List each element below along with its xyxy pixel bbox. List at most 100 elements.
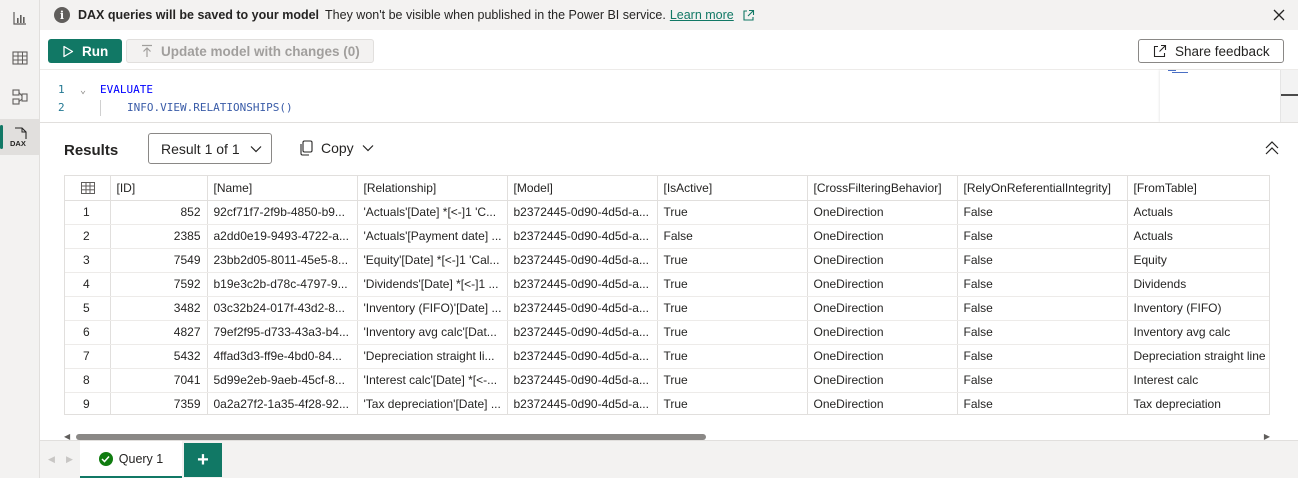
row-number[interactable]: 5 [65, 296, 111, 321]
table-cell[interactable]: 4827 [110, 320, 208, 345]
column-header[interactable]: [Relationship] [357, 176, 508, 201]
editor-minimap[interactable] [1160, 70, 1280, 122]
model-view-button[interactable] [0, 79, 40, 115]
table-cell[interactable]: False [957, 344, 1128, 369]
table-cell[interactable]: Interest calc [1127, 368, 1269, 393]
column-header[interactable]: [FromTable] [1127, 176, 1269, 201]
table-cell[interactable]: False [957, 272, 1128, 297]
table-cell[interactable]: False [957, 320, 1128, 345]
table-cell[interactable]: True [657, 344, 808, 369]
row-number[interactable]: 8 [65, 368, 111, 393]
fold-chevron-icon[interactable]: ⌄ [80, 85, 86, 96]
table-cell[interactable]: OneDirection [807, 248, 958, 273]
column-header[interactable]: [Name] [207, 176, 358, 201]
table-cell[interactable]: Dividends [1127, 272, 1269, 297]
table-cell[interactable]: 852 [110, 200, 208, 225]
table-cell[interactable]: False [957, 248, 1128, 273]
table-cell[interactable]: 'Actuals'[Date] *[<-]1 'C... [357, 200, 508, 225]
row-number[interactable]: 6 [65, 320, 111, 345]
table-cell[interactable]: 'Interest calc'[Date] *[<-... [357, 368, 508, 393]
select-all-cell[interactable] [65, 176, 111, 201]
table-cell[interactable]: Tax depreciation [1127, 392, 1269, 414]
table-row[interactable]: 2 2385 a2dd0e19-9493-4722-a... 'Actuals'[Pa… [65, 224, 1269, 249]
table-row[interactable]: 6 4827 79ef2f95-d733-43a3-b4... 'Inventory … [65, 320, 1269, 345]
table-cell[interactable]: b2372445-0d90-4d5d-a... [507, 320, 658, 345]
table-cell[interactable]: 2385 [110, 224, 208, 249]
table-cell[interactable]: 5432 [110, 344, 208, 369]
copy-button[interactable]: Copy [300, 140, 374, 156]
table-row[interactable]: 5 3482 03c32b24-017f-43d2-8... 'Inventory (… [65, 296, 1269, 321]
column-header[interactable]: [RelyOnReferentialIntegrity] [957, 176, 1128, 201]
dax-query-view-button[interactable]: DAX [0, 119, 40, 155]
row-number[interactable]: 1 [65, 200, 111, 225]
row-number[interactable]: 7 [65, 344, 111, 369]
table-cell[interactable]: 0a2a27f2-1a35-4f28-92... [207, 392, 358, 414]
table-cell[interactable]: True [657, 248, 808, 273]
results-grid[interactable]: [ID] [Name] [Relationship] [Model] [IsAc… [64, 175, 1270, 415]
table-cell[interactable]: OneDirection [807, 296, 958, 321]
row-number[interactable]: 3 [65, 248, 111, 273]
table-cell[interactable]: False [657, 224, 808, 249]
table-cell[interactable]: b19e3c2b-d78c-4797-9... [207, 272, 358, 297]
table-row[interactable]: 8 7041 5d99e2eb-9aeb-45cf-8... 'Interest ca… [65, 368, 1269, 393]
update-model-button[interactable]: Update model with changes (0) [126, 39, 374, 63]
row-number[interactable]: 9 [65, 392, 111, 414]
column-header[interactable]: [Model] [507, 176, 658, 201]
tab-query-1[interactable]: Query 1 [80, 441, 182, 478]
table-cell[interactable]: 7549 [110, 248, 208, 273]
table-cell[interactable]: b2372445-0d90-4d5d-a... [507, 200, 658, 225]
table-cell[interactable]: True [657, 368, 808, 393]
table-cell[interactable]: 'Tax depreciation'[Date] ... [357, 392, 508, 414]
table-cell[interactable]: 7592 [110, 272, 208, 297]
table-cell[interactable]: b2372445-0d90-4d5d-a... [507, 296, 658, 321]
table-cell[interactable]: False [957, 392, 1128, 414]
table-row[interactable]: 1 852 92cf71f7-2f9b-4850-b9... 'Actuals'[Da… [65, 200, 1269, 225]
table-cell[interactable]: OneDirection [807, 272, 958, 297]
column-header[interactable]: [CrossFilteringBehavior] [807, 176, 958, 201]
table-cell[interactable]: OneDirection [807, 344, 958, 369]
table-cell[interactable]: 'Actuals'[Payment date] ... [357, 224, 508, 249]
table-cell[interactable]: False [957, 224, 1128, 249]
table-cell[interactable]: 79ef2f95-d733-43a3-b4... [207, 320, 358, 345]
editor-scrollbar[interactable] [1280, 70, 1298, 122]
table-cell[interactable]: 23bb2d05-8011-45e5-8... [207, 248, 358, 273]
table-cell[interactable]: True [657, 392, 808, 414]
row-number[interactable]: 2 [65, 224, 111, 249]
table-cell[interactable]: Actuals [1127, 224, 1269, 249]
tab-scroll-right-icon[interactable]: ▶ [66, 454, 73, 465]
table-cell[interactable]: 3482 [110, 296, 208, 321]
table-cell[interactable]: 'Dividends'[Date] *[<-]1 ... [357, 272, 508, 297]
table-cell[interactable]: b2372445-0d90-4d5d-a... [507, 392, 658, 414]
table-cell[interactable]: 'Inventory (FIFO)'[Date] ... [357, 296, 508, 321]
table-cell[interactable]: False [957, 368, 1128, 393]
collapse-results-icon[interactable] [1264, 140, 1280, 156]
run-button[interactable]: Run [48, 39, 122, 63]
table-cell[interactable]: 7359 [110, 392, 208, 414]
add-query-button[interactable]: + [184, 443, 222, 477]
result-selector[interactable]: Result 1 of 1 [148, 133, 272, 164]
table-cell[interactable]: 'Equity'[Date] *[<-]1 'Cal... [357, 248, 508, 273]
table-cell[interactable]: b2372445-0d90-4d5d-a... [507, 272, 658, 297]
table-cell[interactable]: True [657, 272, 808, 297]
table-cell[interactable]: True [657, 320, 808, 345]
column-header[interactable]: [IsActive] [657, 176, 808, 201]
learn-more-link[interactable]: Learn more [670, 8, 734, 22]
table-view-button[interactable] [0, 40, 40, 76]
table-cell[interactable]: b2372445-0d90-4d5d-a... [507, 368, 658, 393]
table-cell[interactable]: OneDirection [807, 392, 958, 414]
table-cell[interactable]: 92cf71f7-2f9b-4850-b9... [207, 200, 358, 225]
table-cell[interactable]: Actuals [1127, 200, 1269, 225]
table-cell[interactable]: OneDirection [807, 200, 958, 225]
table-cell[interactable]: True [657, 200, 808, 225]
table-cell[interactable]: 4ffad3d3-ff9e-4bd0-84... [207, 344, 358, 369]
table-row[interactable]: 9 7359 0a2a27f2-1a35-4f28-92... 'Tax deprec… [65, 392, 1269, 414]
table-cell[interactable]: 7041 [110, 368, 208, 393]
table-cell[interactable]: True [657, 296, 808, 321]
table-cell[interactable]: a2dd0e19-9493-4722-a... [207, 224, 358, 249]
table-cell[interactable]: b2372445-0d90-4d5d-a... [507, 248, 658, 273]
table-cell[interactable]: 03c32b24-017f-43d2-8... [207, 296, 358, 321]
close-icon[interactable] [1270, 6, 1288, 24]
table-cell[interactable]: OneDirection [807, 368, 958, 393]
table-row[interactable]: 7 5432 4ffad3d3-ff9e-4bd0-84... 'Depreciati… [65, 344, 1269, 369]
report-view-button[interactable] [0, 0, 40, 36]
